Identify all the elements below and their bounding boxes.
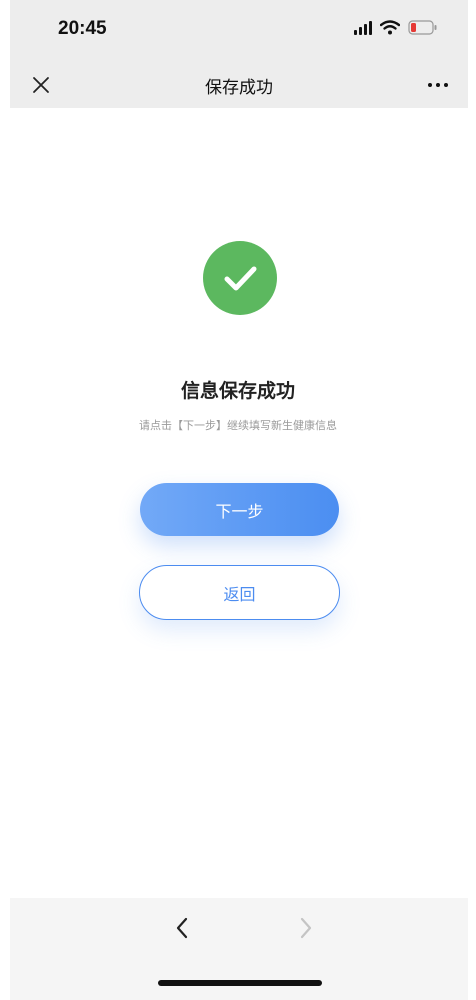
page-title: 保存成功 xyxy=(205,78,273,98)
wifi-icon xyxy=(380,20,400,35)
home-indicator xyxy=(158,980,322,986)
back-button[interactable]: 返回 xyxy=(139,565,340,620)
signal-icon xyxy=(354,20,372,35)
checkmark-circle-icon xyxy=(203,241,277,315)
navigation-bar: 保存成功 xyxy=(10,62,468,108)
status-time: 20:45 xyxy=(58,18,107,39)
status-icons xyxy=(354,20,438,35)
more-icon[interactable] xyxy=(428,83,448,87)
chevron-right-icon[interactable] xyxy=(294,914,318,942)
bottom-navigation-bar xyxy=(10,898,468,1000)
success-subtitle: 请点击【下一步】继续填写新生健康信息 xyxy=(139,419,337,432)
status-bar: 20:45 xyxy=(10,0,468,62)
success-title: 信息保存成功 xyxy=(180,380,295,402)
chevron-left-icon[interactable] xyxy=(170,914,194,942)
next-step-button[interactable]: 下一步 xyxy=(140,483,339,536)
battery-icon xyxy=(408,20,438,35)
